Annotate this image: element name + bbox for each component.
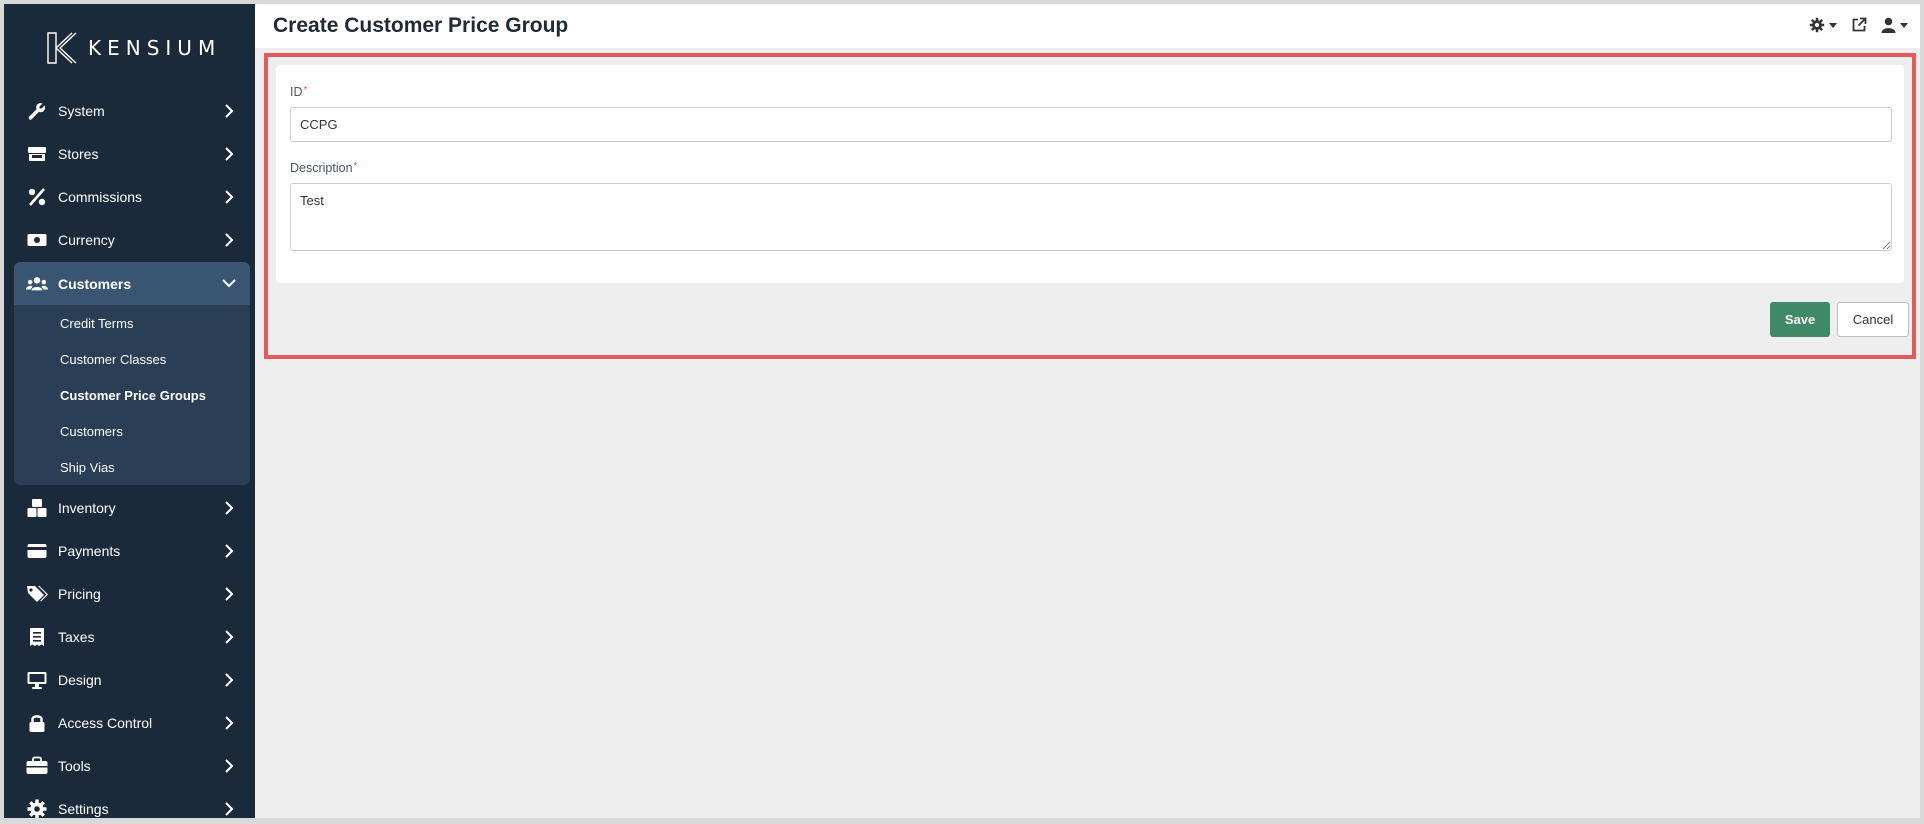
description-field[interactable]: Test (290, 183, 1892, 251)
save-button[interactable]: Save (1770, 302, 1830, 337)
boxes-icon (26, 497, 48, 519)
caret-down-icon (1900, 22, 1908, 28)
header-tools (1795, 17, 1908, 33)
sidebar-item-label: Pricing (58, 586, 101, 602)
chevron-right-icon (225, 147, 234, 161)
gear-icon (26, 798, 48, 818)
submenu-item-customer-classes[interactable]: Customer Classes (60, 352, 166, 367)
tags-icon (26, 583, 48, 605)
sidebar-item-stores[interactable]: Stores (14, 133, 250, 175)
form-card: ID* Description* Test (276, 65, 1904, 283)
chevron-right-icon (225, 673, 234, 687)
submenu-item-customers[interactable]: Customers (60, 424, 123, 439)
sidebar-item-label: Inventory (58, 500, 116, 516)
external-link-button[interactable] (1851, 17, 1867, 33)
customers-submenu: Credit Terms Customer Classes Customer P… (14, 305, 250, 485)
sidebar: KENSIUM System Stores Commissions Curren… (4, 4, 255, 818)
id-label-text: ID (290, 85, 303, 99)
sidebar-item-design[interactable]: Design (14, 659, 250, 701)
required-marker: * (303, 85, 308, 96)
external-link-icon (1852, 17, 1867, 32)
sidebar-item-tools[interactable]: Tools (14, 745, 250, 787)
sidebar-item-label: Currency (58, 232, 115, 248)
caret-down-icon (1829, 22, 1837, 28)
sidebar-item-taxes[interactable]: Taxes (14, 616, 250, 658)
submenu-item-credit-terms[interactable]: Credit Terms (60, 316, 133, 331)
sidebar-item-settings[interactable]: Settings (14, 788, 250, 818)
required-marker: * (353, 161, 358, 172)
app-frame: KENSIUM System Stores Commissions Curren… (4, 4, 1920, 818)
chevron-right-icon (225, 802, 234, 816)
form-panel: ID* Description* Test Save Cancel (264, 53, 1916, 359)
id-field[interactable] (290, 107, 1892, 142)
chevron-right-icon (225, 544, 234, 558)
chevron-right-icon (225, 501, 234, 515)
sidebar-item-customers[interactable]: Customers (14, 262, 250, 305)
sidebar-item-label: Customers (58, 275, 132, 292)
cancel-button[interactable]: Cancel (1837, 302, 1909, 337)
brand-name: KENSIUM (88, 36, 222, 60)
user-icon (1881, 17, 1896, 33)
chevron-right-icon (225, 190, 234, 204)
sidebar-item-label: Taxes (58, 629, 95, 645)
kensium-logo-icon (47, 32, 77, 64)
sidebar-item-label: Payments (58, 543, 121, 559)
submenu-item-customer-price-groups[interactable]: Customer Price Groups (60, 388, 206, 403)
gear-icon (1809, 17, 1825, 33)
settings-dropdown-button[interactable] (1809, 17, 1837, 33)
desktop-icon (26, 669, 48, 691)
sidebar-item-payments[interactable]: Payments (14, 530, 250, 572)
sidebar-item-label: Stores (58, 146, 99, 162)
page-title: Create Customer Price Group (273, 14, 569, 37)
sidebar-item-label: Design (58, 672, 102, 688)
sidebar-item-pricing[interactable]: Pricing (14, 573, 250, 615)
wrench-icon (26, 100, 48, 122)
sidebar-item-inventory[interactable]: Inventory (14, 487, 250, 529)
chevron-down-icon (222, 279, 236, 288)
toolbox-icon (26, 755, 48, 777)
submenu-item-ship-vias[interactable]: Ship Vias (60, 460, 115, 475)
sidebar-item-system[interactable]: System (14, 90, 250, 132)
chevron-right-icon (225, 630, 234, 644)
sidebar-item-currency[interactable]: Currency (14, 219, 250, 261)
page-header: Create Customer Price Group (255, 4, 1920, 48)
user-dropdown-button[interactable] (1881, 17, 1908, 33)
chevron-right-icon (225, 759, 234, 773)
chevron-right-icon (225, 233, 234, 247)
sidebar-item-label: Access Control (58, 715, 153, 731)
brand-logo[interactable]: KENSIUM (46, 28, 221, 68)
chevron-right-icon (225, 716, 234, 730)
users-icon (26, 273, 48, 295)
sidebar-item-label: Settings (58, 801, 109, 817)
description-label: Description* (290, 161, 357, 175)
sidebar-item-label: Tools (58, 758, 91, 774)
description-label-text: Description (290, 161, 353, 175)
sidebar-item-label: System (58, 103, 105, 119)
percent-icon (26, 186, 48, 208)
chevron-right-icon (225, 587, 234, 601)
store-icon (26, 143, 48, 165)
sidebar-item-access-control[interactable]: Access Control (14, 702, 250, 744)
money-bill-icon (26, 229, 48, 251)
sidebar-item-label: Commissions (58, 189, 143, 205)
receipt-icon (26, 626, 48, 648)
lock-icon (26, 712, 48, 734)
chevron-right-icon (225, 104, 234, 118)
id-label: ID* (290, 85, 307, 99)
sidebar-item-commissions[interactable]: Commissions (14, 176, 250, 218)
credit-card-icon (26, 540, 48, 562)
